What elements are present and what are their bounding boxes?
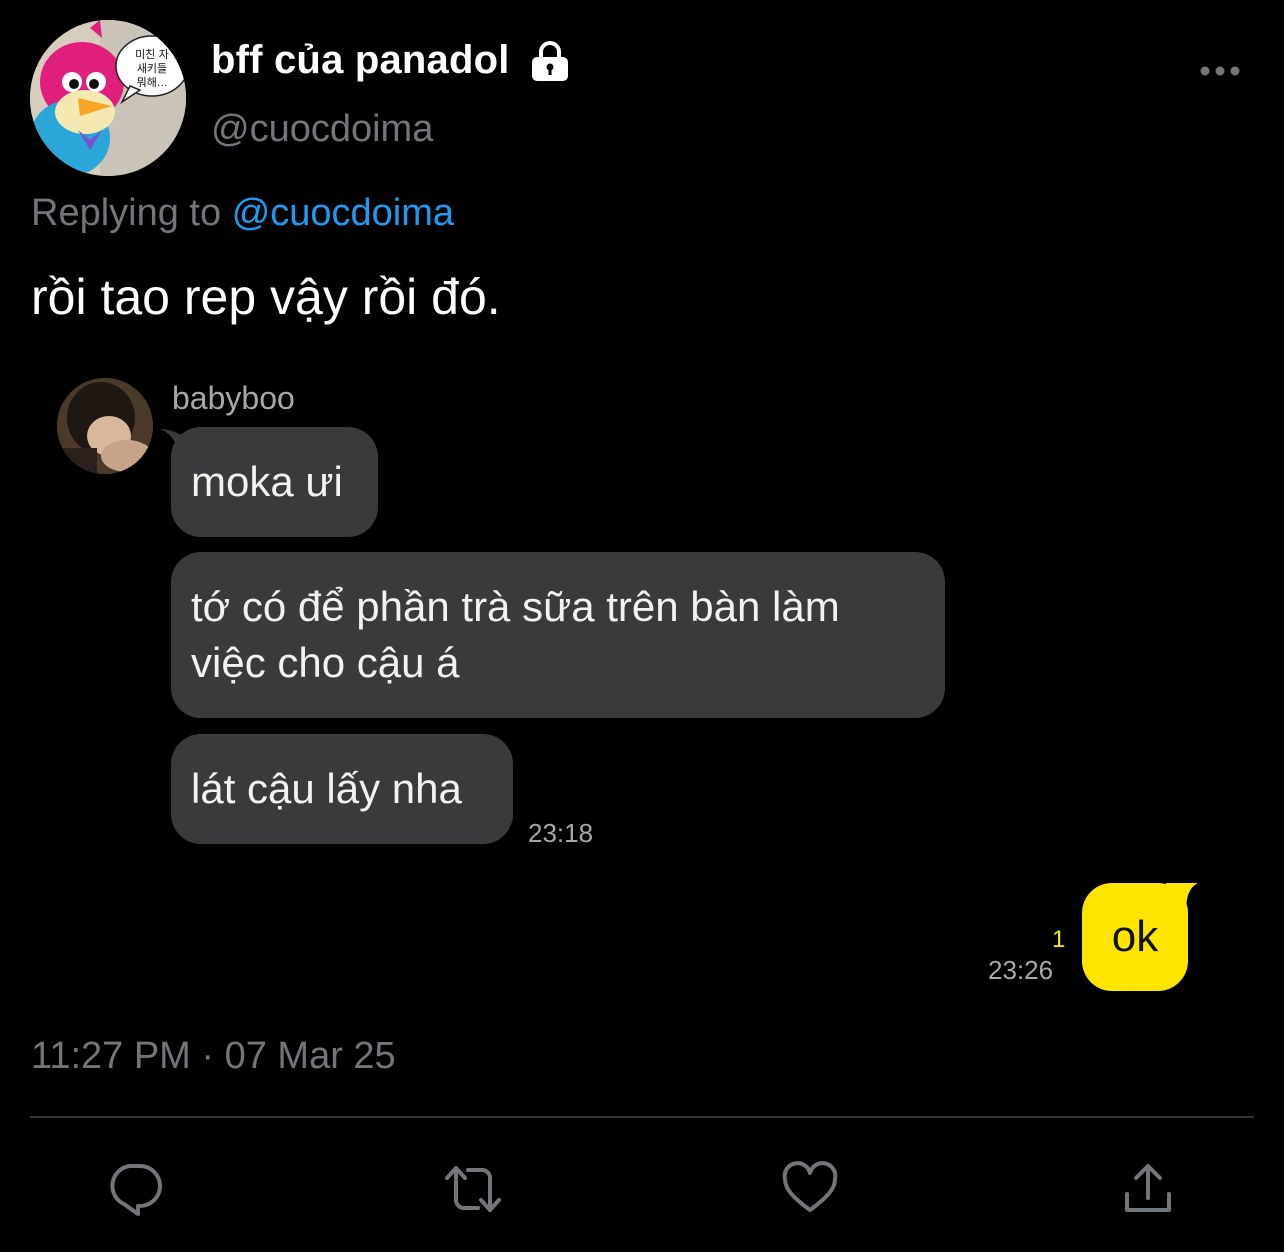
divider — [30, 1116, 1254, 1118]
message-text: lát cậu lấy nha — [191, 765, 462, 812]
replying-mention-link[interactable]: @cuocdoima — [232, 192, 454, 234]
share-button[interactable] — [1117, 1158, 1179, 1220]
like-button[interactable] — [779, 1158, 841, 1220]
reply-button[interactable] — [104, 1158, 166, 1220]
tweet-timestamp[interactable]: 11:27 PM · 07 Mar 25 — [31, 1035, 396, 1078]
incoming-message-bubble: moka ưi — [171, 427, 378, 537]
incoming-message-time: 23:18 — [528, 818, 594, 848]
replying-prefix: Replying to — [31, 192, 222, 234]
display-name[interactable]: bff của panadol — [211, 38, 570, 83]
avatar-speech-line-1: 미친 자 — [135, 48, 169, 61]
reply-icon — [110, 1164, 162, 1216]
outgoing-message-time: 23:26 — [988, 955, 1054, 985]
more-options-icon[interactable] — [1198, 60, 1242, 82]
incoming-message-bubble: lát cậu lấy nha — [171, 734, 513, 844]
user-handle[interactable]: @cuocdoima — [211, 108, 433, 151]
incoming-message-bubble: tớ có để phần trà sữa trên bàn làm việc … — [171, 552, 945, 718]
tweet-text: rồi tao rep vậy rồi đó. — [31, 269, 501, 325]
outgoing-message-bubble: ok — [1082, 883, 1188, 991]
retweet-button[interactable] — [442, 1158, 504, 1220]
share-icon — [1125, 1164, 1171, 1212]
message-text: moka ưi — [191, 458, 343, 505]
avatar-speech-line-2: 새키들 — [137, 62, 167, 75]
chat-sender-name: babyboo — [172, 380, 295, 416]
lock-icon — [531, 40, 568, 81]
chat-sender-avatar — [57, 378, 153, 474]
message-text: ok — [1111, 912, 1159, 961]
display-name-text: bff của panadol — [211, 38, 510, 82]
profile-avatar[interactable]: 미친 자 새키들 뭐해... — [30, 20, 186, 176]
retweet-icon — [445, 1166, 501, 1212]
unread-count: 1 — [1052, 926, 1066, 953]
avatar-speech-line-3: 뭐해... — [137, 75, 168, 89]
replying-to: Replying to @cuocdoima — [31, 192, 454, 235]
avatar-image: 미친 자 새키들 뭐해... — [30, 20, 186, 176]
heart-icon — [782, 1161, 838, 1212]
message-text-line-2: việc cho cậu á — [191, 639, 460, 686]
message-text-line-1: tớ có để phần trà sữa trên bàn làm — [191, 583, 840, 630]
